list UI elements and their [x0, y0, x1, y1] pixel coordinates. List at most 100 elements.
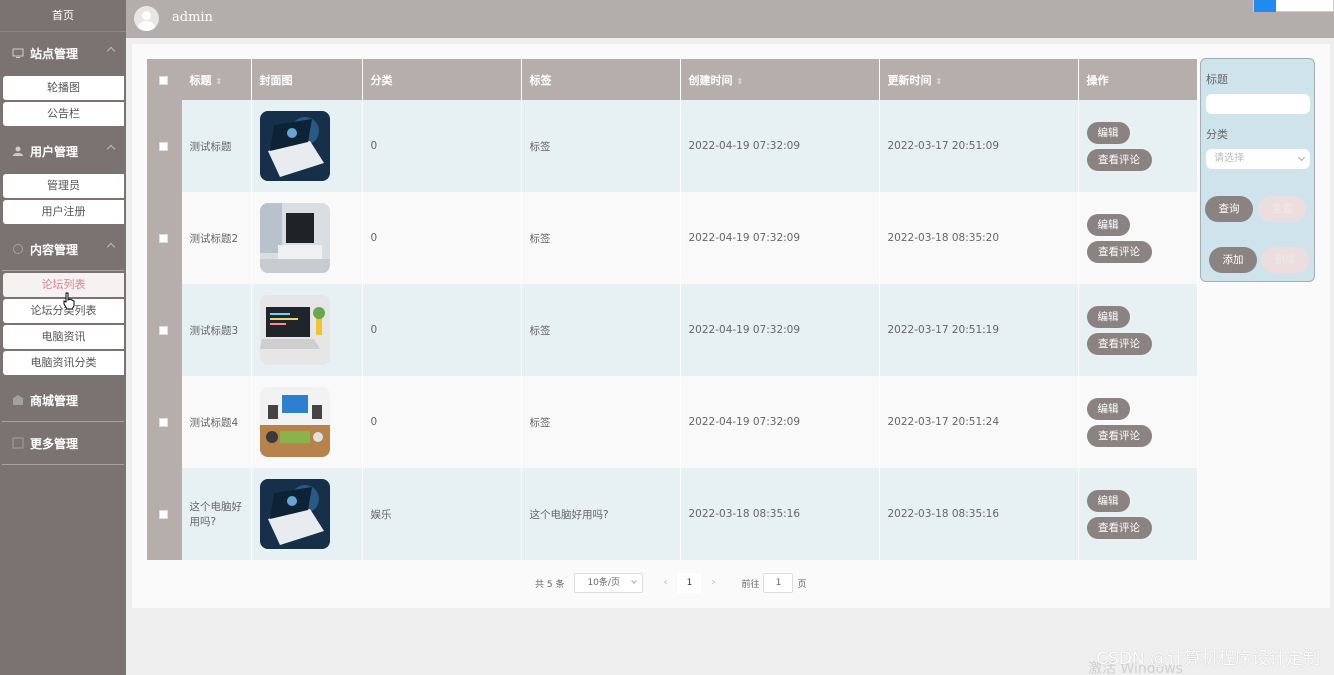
cell-updated: 2022-03-17 20:51:09 [879, 100, 1079, 192]
query-button[interactable]: 查询 [1205, 196, 1253, 222]
sort-icon[interactable]: ⇕ [216, 77, 223, 86]
cover-image [259, 295, 330, 365]
edit-button[interactable]: 编辑 [1086, 489, 1130, 512]
col-header-title[interactable]: 标题 ⇕ [181, 59, 252, 100]
table-body: 测试标题 0 标签 2022-04-19 07:32:09 2022-03-17 20:… [147, 100, 1198, 560]
row-checkbox[interactable] [159, 417, 169, 427]
cell-tag: 标签 [521, 376, 681, 468]
hand-cursor-icon [63, 292, 75, 310]
cell-updated: 2022-03-17 20:51:19 [879, 284, 1079, 376]
col-header-updated[interactable]: 更新时间 ⇕ [879, 59, 1079, 100]
title-filter-label: 标题 [1206, 73, 1228, 86]
cell-actions: 编辑 查看评论 [1078, 100, 1198, 192]
select-all-cell[interactable] [147, 59, 182, 100]
col-header-actions: 操作 [1078, 59, 1198, 100]
cover-image [259, 479, 330, 549]
sidebar-group-label: 内容管理 [30, 242, 79, 257]
cell-tag: 标签 [521, 100, 681, 192]
view-comments-button[interactable]: 查看评论 [1086, 240, 1152, 263]
cell-title: 这个电脑好用吗? [181, 468, 252, 560]
table-row: 测试标题 0 标签 2022-04-19 07:32:09 2022-03-17 20:… [147, 100, 1198, 192]
col-header-cover: 封面图 [251, 59, 363, 100]
edit-button[interactable]: 编辑 [1086, 121, 1130, 144]
row-checkbox[interactable] [159, 325, 169, 335]
row-checkbox[interactable] [159, 141, 169, 151]
chevron-down-icon [1297, 153, 1306, 162]
table-row: 测试标题3 0 标签 2022-04-19 07:32:09 2022-03-17 20… [147, 284, 1198, 376]
chevron-up-icon [106, 46, 116, 56]
sidebar-item-pc-news-category[interactable]: 电脑资讯分类 [3, 351, 124, 375]
title-filter-input[interactable] [1206, 94, 1310, 114]
sidebar-item-carousel[interactable]: 轮播图 [3, 76, 124, 100]
table-row: 测试标题4 0 标签 2022-04-19 07:32:09 2022-03-17 20… [147, 376, 1198, 468]
monitor-icon [12, 48, 24, 58]
edit-button[interactable]: 编辑 [1086, 397, 1130, 420]
cell-actions: 编辑 查看评论 [1078, 192, 1198, 284]
sidebar-home[interactable]: 首页 [0, 0, 126, 32]
edit-button[interactable]: 编辑 [1086, 305, 1130, 328]
cell-cover [251, 376, 363, 468]
pagination: 共 5 条 10条/页 ‹ 1 › 前往 1 页 [535, 572, 806, 594]
sidebar-group-label: 站点管理 [30, 46, 79, 61]
cell-updated: 2022-03-18 08:35:20 [879, 192, 1079, 284]
cell-created: 2022-03-18 08:35:16 [680, 468, 880, 560]
chevron-down-icon [631, 578, 638, 584]
page-size-select[interactable]: 10条/页 [574, 573, 644, 593]
cell-tag: 标签 [521, 284, 681, 376]
cell-actions: 编辑 查看评论 [1078, 284, 1198, 376]
sidebar-group-users[interactable]: 用户管理 [0, 130, 126, 172]
cover-image [259, 111, 330, 181]
cell-created: 2022-04-19 07:32:09 [680, 100, 880, 192]
cover-image [259, 203, 330, 273]
cell-category: 娱乐 [362, 468, 522, 560]
select-all-checkbox[interactable] [159, 75, 169, 85]
sidebar-divider [2, 464, 124, 465]
sidebar-item-user-register[interactable]: 用户注册 [3, 200, 124, 224]
corner-badge [1253, 0, 1334, 12]
cell-actions: 编辑 查看评论 [1078, 376, 1198, 468]
user-icon [13, 146, 23, 156]
sidebar-group-shop[interactable]: 商城管理 [0, 379, 126, 421]
view-comments-button[interactable]: 查看评论 [1086, 148, 1152, 171]
row-checkbox[interactable] [159, 509, 169, 519]
cell-cover [251, 192, 363, 284]
add-button[interactable]: 添加 [1209, 247, 1257, 273]
col-header-created[interactable]: 创建时间 ⇕ [680, 59, 880, 100]
edit-button[interactable]: 编辑 [1086, 213, 1130, 236]
avatar[interactable] [134, 6, 159, 31]
row-checkbox[interactable] [159, 233, 169, 243]
sidebar-group-label: 商城管理 [30, 393, 79, 408]
cell-created: 2022-04-19 07:32:09 [680, 192, 880, 284]
view-comments-button[interactable]: 查看评论 [1086, 516, 1152, 539]
sidebar-item-pc-news[interactable]: 电脑资讯 [3, 325, 124, 349]
cell-created: 2022-04-19 07:32:09 [680, 284, 880, 376]
goto-page-input[interactable]: 1 [763, 573, 794, 593]
row-select-cell[interactable] [147, 376, 182, 468]
row-select-cell[interactable] [147, 192, 182, 284]
sidebar-group-content[interactable]: 内容管理 [0, 228, 126, 270]
sidebar-item-notice[interactable]: 公告栏 [3, 102, 124, 126]
sidebar-group-site[interactable]: 站点管理 [0, 32, 126, 74]
cell-tag: 标签 [521, 192, 681, 284]
cell-title: 测试标题2 [181, 192, 252, 284]
prev-page-button[interactable]: ‹ [653, 573, 677, 593]
next-page-button[interactable]: › [701, 573, 725, 593]
sort-icon[interactable]: ⇕ [936, 77, 943, 86]
category-filter-label: 分类 [1206, 128, 1228, 141]
row-select-cell[interactable] [147, 100, 182, 192]
sort-icon[interactable]: ⇕ [737, 77, 744, 86]
sidebar-group-more[interactable]: 更多管理 [0, 422, 126, 464]
username: admin [172, 10, 213, 25]
row-select-cell[interactable] [147, 284, 182, 376]
sidebar: 首页 站点管理 轮播图 公告栏 用户管理 管理员 用户注册 内容管理 论坛列表 … [0, 0, 126, 675]
current-page[interactable]: 1 [677, 573, 702, 593]
delete-button[interactable]: 删除 [1261, 247, 1309, 273]
category-filter-select[interactable]: 请选择 [1206, 149, 1310, 169]
view-comments-button[interactable]: 查看评论 [1086, 424, 1152, 447]
row-select-cell[interactable] [147, 468, 182, 560]
table-row: 测试标题2 0 标签 2022-04-19 07:32:09 2022-03-18 08… [147, 192, 1198, 284]
view-comments-button[interactable]: 查看评论 [1086, 332, 1152, 355]
cell-cover [251, 284, 363, 376]
reset-button[interactable]: 重置 [1258, 196, 1306, 222]
sidebar-item-admin[interactable]: 管理员 [3, 174, 124, 198]
